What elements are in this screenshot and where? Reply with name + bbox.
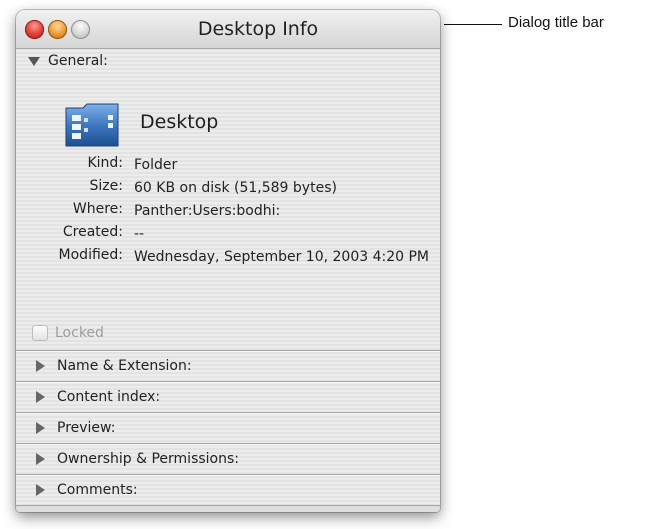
section-label: Comments: xyxy=(57,482,138,498)
section-label: Content index: xyxy=(57,389,161,405)
info-row-modified: Modified: Wednesday, September 10, 2003 … xyxy=(16,247,440,291)
info-value: -- xyxy=(134,226,145,242)
locked-label: Locked xyxy=(55,325,104,341)
info-label: Size: xyxy=(89,178,123,194)
info-row-kind: Kind: Folder xyxy=(16,155,440,178)
section-label: Preview: xyxy=(57,420,116,436)
section-preview[interactable]: Preview: xyxy=(16,412,440,443)
info-value: 60 KB on disk (51,589 bytes) xyxy=(134,180,337,196)
info-value: Panther:Users:bodhi: xyxy=(134,203,281,219)
general-section-label: General: xyxy=(48,53,108,69)
disclosure-triangle-closed-icon[interactable] xyxy=(36,391,45,403)
disclosure-triangle-closed-icon[interactable] xyxy=(36,422,45,434)
stage: Desktop Info General: Desktop Kind: Fold… xyxy=(0,0,648,529)
item-name: Desktop xyxy=(140,111,219,133)
info-label: Modified: xyxy=(58,247,123,263)
info-row-created: Created: -- xyxy=(16,224,440,247)
title-bar[interactable]: Desktop Info xyxy=(16,10,440,49)
section-ownership-permissions[interactable]: Ownership & Permissions: xyxy=(16,443,440,474)
info-value: Folder xyxy=(134,157,178,173)
window-title: Desktop Info xyxy=(197,18,319,40)
disclosure-triangle-closed-icon[interactable] xyxy=(36,360,45,372)
info-row-size: Size: 60 KB on disk (51,589 bytes) xyxy=(16,178,440,201)
folder-icon xyxy=(65,103,119,147)
section-name-extension[interactable]: Name & Extension: xyxy=(16,350,440,381)
section-content-index[interactable]: Content index: xyxy=(16,381,440,412)
disclosure-triangle-closed-icon[interactable] xyxy=(36,484,45,496)
info-value: Wednesday, September 10, 2003 4:20 PM xyxy=(134,249,429,265)
disclosure-triangle-open-icon[interactable] xyxy=(28,56,40,66)
section-label: Name & Extension: xyxy=(57,358,192,374)
locked-option[interactable]: Locked xyxy=(32,325,104,341)
info-window: Desktop Info General: Desktop Kind: Fold… xyxy=(16,10,440,512)
info-rows: Kind: Folder Size: 60 KB on disk (51,589… xyxy=(16,155,440,291)
info-row-where: Where: Panther:Users:bodhi: xyxy=(16,201,440,224)
disclosure-triangle-closed-icon[interactable] xyxy=(36,453,45,465)
callout-leader-line xyxy=(444,24,502,25)
section-label: Ownership & Permissions: xyxy=(57,451,239,467)
info-label: Where: xyxy=(72,201,123,217)
callout-label: Dialog title bar xyxy=(508,14,604,31)
collapsed-sections: Name & Extension: Content index: Preview… xyxy=(16,350,440,505)
locked-checkbox[interactable] xyxy=(32,325,48,341)
general-section-header[interactable]: General: xyxy=(28,53,108,69)
section-comments[interactable]: Comments: xyxy=(16,474,440,505)
info-label: Kind: xyxy=(87,155,123,171)
window-bottom-edge xyxy=(16,505,440,512)
info-label: Created: xyxy=(62,224,123,240)
